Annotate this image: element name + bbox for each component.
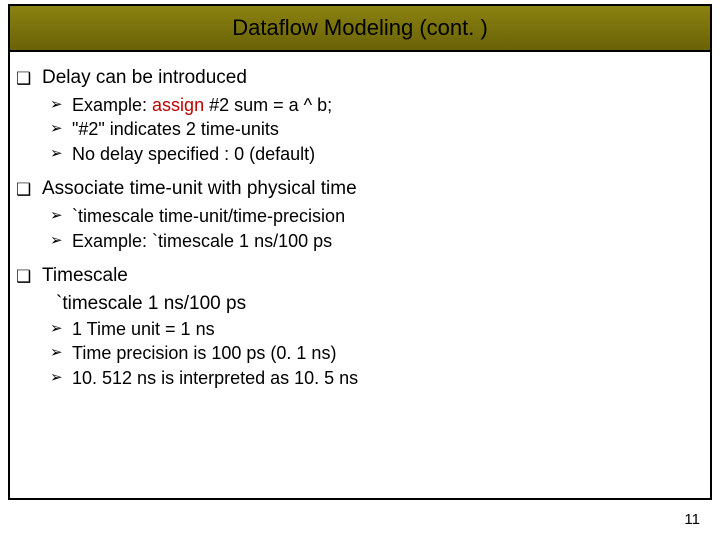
code-line: `timescale 1 ns/100 ps [56, 292, 704, 316]
bullet-main: ❑ Associate time-unit with physical time [16, 177, 704, 201]
sub-bullet-text: `timescale time-unit/time-precision [72, 205, 345, 228]
square-bullet-icon: ❑ [16, 266, 34, 287]
arrow-bullet-icon: ➢ [50, 320, 66, 339]
arrow-bullet-icon: ➢ [50, 207, 66, 226]
sub-bullet: ➢ "#2" indicates 2 time-units [50, 118, 704, 141]
sub-bullet-group: ➢ Example: assign #2 sum = a ^ b; ➢ "#2"… [50, 94, 704, 166]
sub-bullet: ➢ 1 Time unit = 1 ns [50, 318, 704, 341]
sub-bullet: ➢ Example: assign #2 sum = a ^ b; [50, 94, 704, 117]
title-bar: Dataflow Modeling (cont. ) [10, 6, 710, 52]
arrow-bullet-icon: ➢ [50, 344, 66, 363]
slide-frame: Dataflow Modeling (cont. ) ❑ Delay can b… [8, 4, 712, 500]
sub-bullet-group: ➢ 1 Time unit = 1 ns ➢ Time precision is… [50, 318, 704, 390]
sub-bullet: ➢ `timescale time-unit/time-precision [50, 205, 704, 228]
page-number: 11 [684, 511, 700, 528]
bullet-text: Timescale [42, 264, 128, 288]
bullet-text: Delay can be introduced [42, 66, 247, 90]
sub-bullet: ➢ Time precision is 100 ps (0. 1 ns) [50, 342, 704, 365]
square-bullet-icon: ❑ [16, 179, 34, 200]
sub-bullet-text: Time precision is 100 ps (0. 1 ns) [72, 342, 336, 365]
arrow-bullet-icon: ➢ [50, 145, 66, 164]
sub-bullet-text: Example: `timescale 1 ns/100 ps [72, 230, 332, 253]
square-bullet-icon: ❑ [16, 68, 34, 89]
bullet-text: Associate time-unit with physical time [42, 177, 357, 201]
sub-bullet-group: ➢ `timescale time-unit/time-precision ➢ … [50, 205, 704, 252]
slide-title: Dataflow Modeling (cont. ) [232, 15, 488, 41]
sub-bullet-text: 1 Time unit = 1 ns [72, 318, 215, 341]
slide-content: ❑ Delay can be introduced ➢ Example: ass… [10, 52, 710, 407]
sub-bullet-text: "#2" indicates 2 time-units [72, 118, 279, 141]
slide: Dataflow Modeling (cont. ) ❑ Delay can b… [0, 0, 720, 540]
sub-bullet: ➢ No delay specified : 0 (default) [50, 143, 704, 166]
arrow-bullet-icon: ➢ [50, 96, 66, 115]
sub-bullet-text: 10. 512 ns is interpreted as 10. 5 ns [72, 367, 358, 390]
sub-bullet-text: No delay specified : 0 (default) [72, 143, 315, 166]
bullet-main: ❑ Delay can be introduced [16, 66, 704, 90]
arrow-bullet-icon: ➢ [50, 232, 66, 251]
arrow-bullet-icon: ➢ [50, 369, 66, 388]
bullet-main: ❑ Timescale [16, 264, 704, 288]
sub-bullet: ➢ Example: `timescale 1 ns/100 ps [50, 230, 704, 253]
sub-bullet: ➢ 10. 512 ns is interpreted as 10. 5 ns [50, 367, 704, 390]
arrow-bullet-icon: ➢ [50, 120, 66, 139]
sub-bullet-text: Example: assign #2 sum = a ^ b; [72, 94, 332, 117]
